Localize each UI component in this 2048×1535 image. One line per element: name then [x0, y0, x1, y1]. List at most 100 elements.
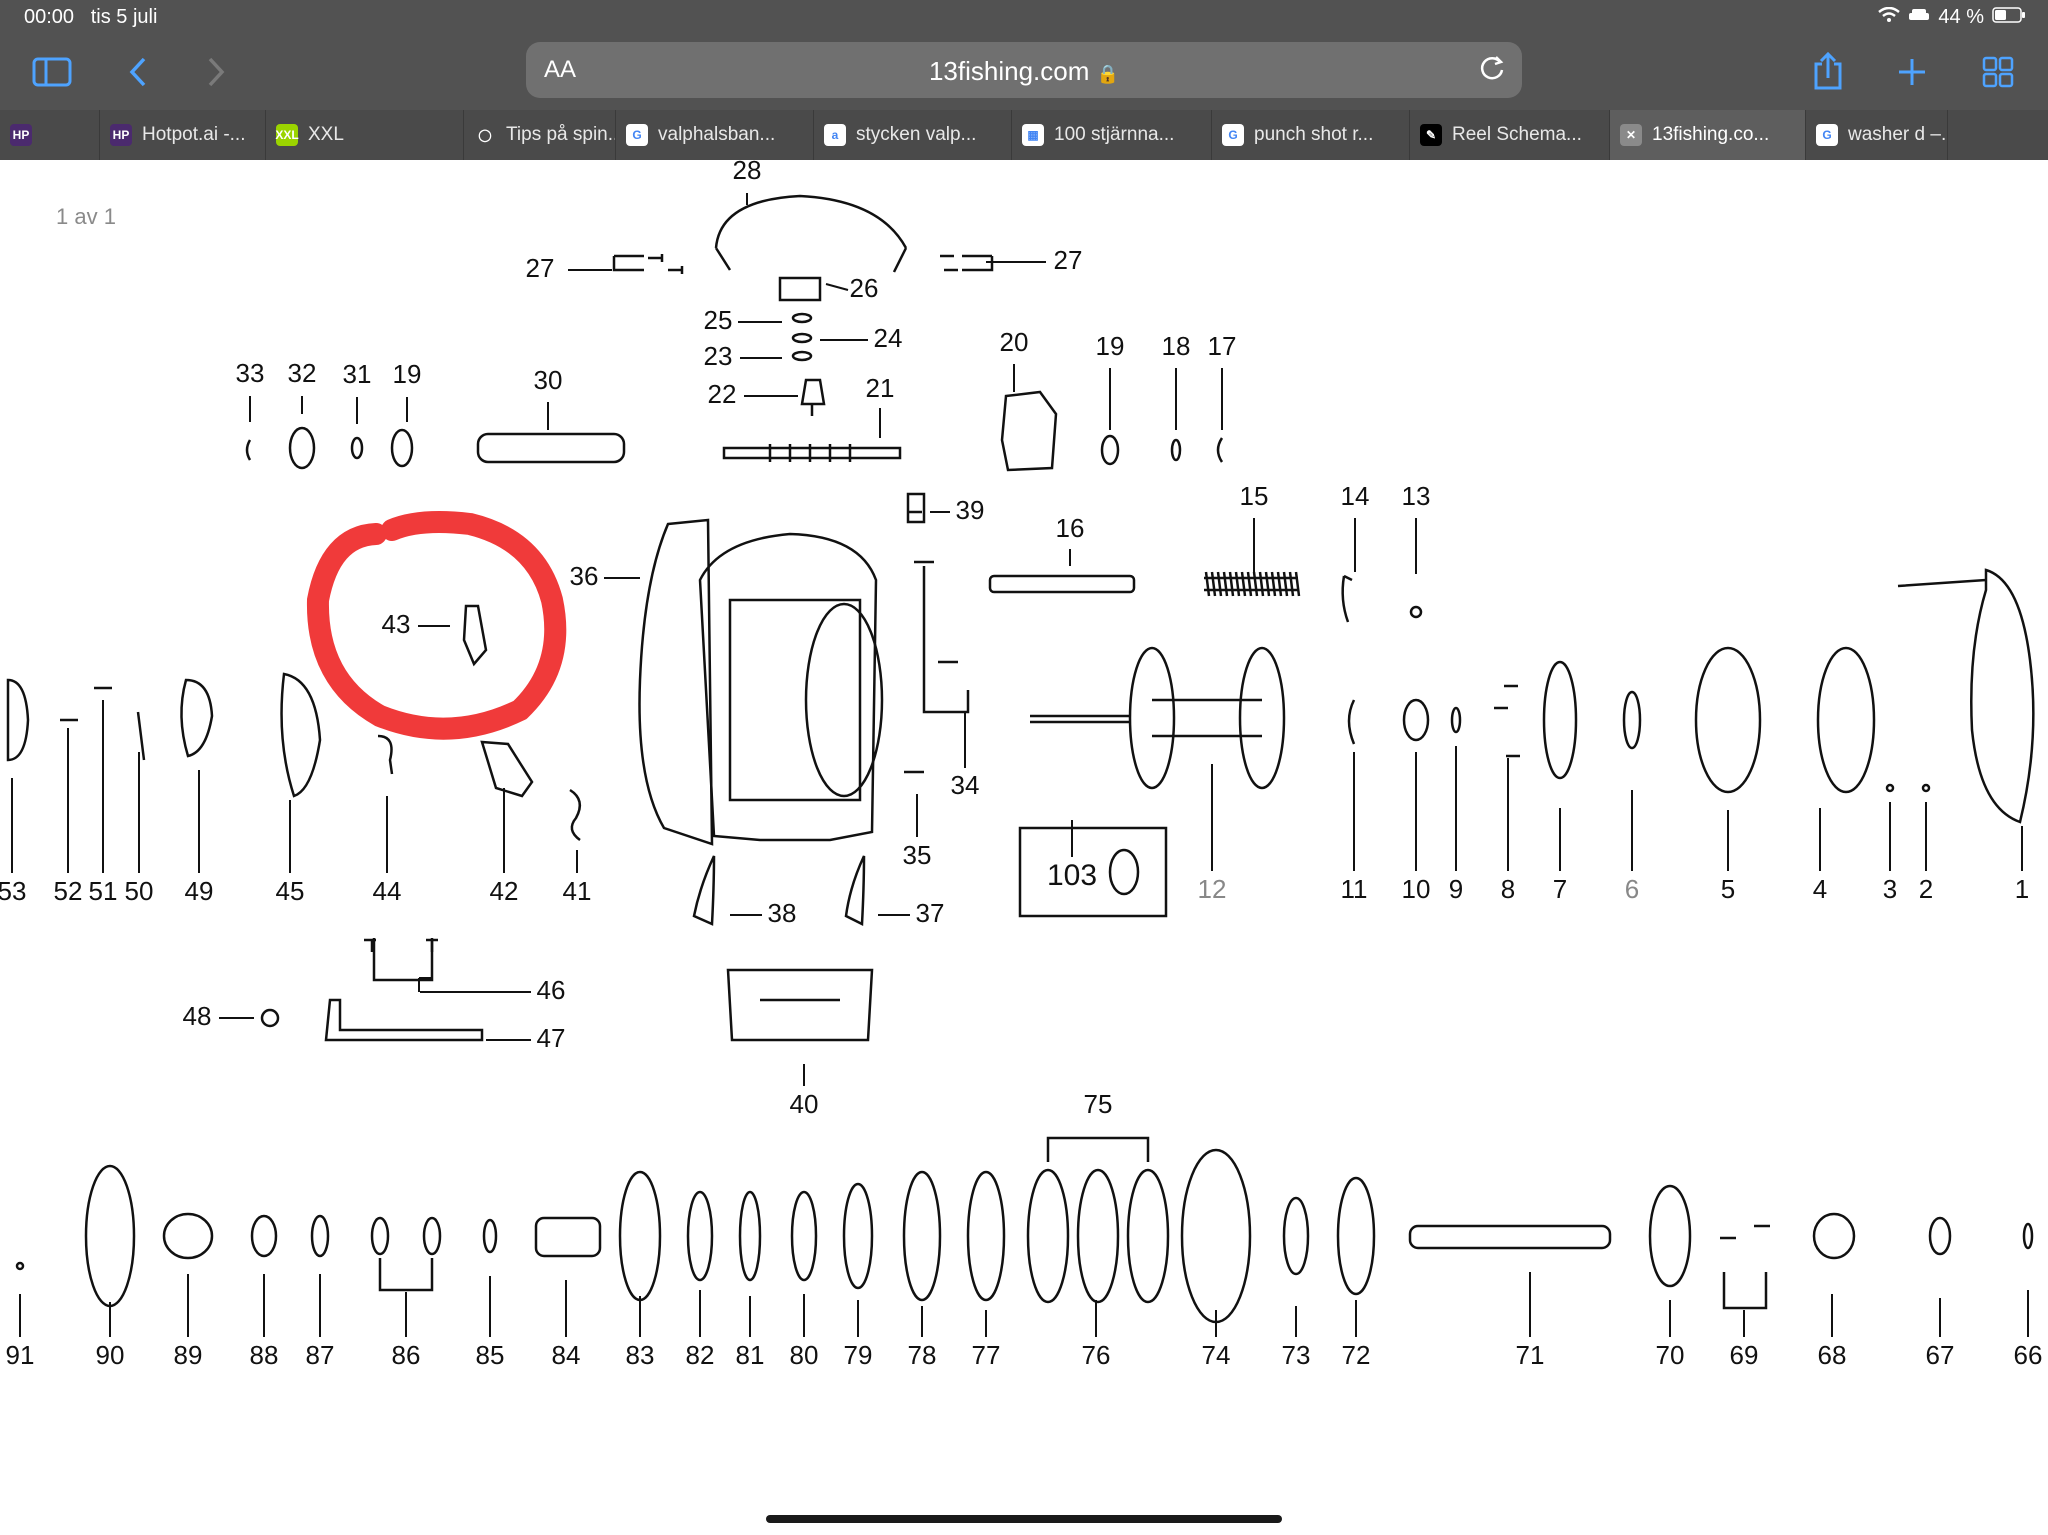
tab-10[interactable]: Gwasher d –...: [1806, 110, 1948, 160]
part-16-pin: [988, 574, 1136, 594]
part-bottom-25: [1928, 1216, 1952, 1256]
part-number-label: 34: [951, 770, 980, 800]
part-14-clip: [1341, 574, 1353, 623]
tab-label: 100 stjärnna...: [1054, 124, 1175, 145]
tab-8[interactable]: ✎ Reel Schema...: [1410, 110, 1610, 160]
tab-5[interactable]: a stycken valp...: [814, 110, 1012, 160]
bracket-75: [1046, 1136, 1150, 1162]
part-bottom-6: [422, 1216, 442, 1256]
tab-3[interactable]: ◯ Tips på spin...: [464, 110, 616, 160]
part-number-label: 51: [89, 876, 118, 906]
part-bottom-12: [790, 1190, 818, 1282]
part-bottom-11: [738, 1190, 762, 1282]
part-43-lever: [462, 604, 488, 667]
part-number-label: 22: [708, 379, 737, 409]
part-13-screw: [1409, 605, 1423, 619]
part-number-label: 84: [552, 1340, 581, 1370]
part-19-bush-left: [390, 428, 414, 468]
part-number-label: 37: [916, 898, 945, 928]
part-11-clip: [1347, 699, 1356, 745]
part-number-label: 11: [1341, 874, 1368, 904]
part-number-label: 13: [1402, 481, 1431, 511]
part-53-cover: [6, 678, 30, 762]
part-number-label: 30: [534, 365, 563, 395]
tab-favicon-icon: HP: [10, 124, 32, 146]
part-number-label: 72: [1342, 1340, 1371, 1370]
part-number-label: 88: [250, 1340, 279, 1370]
part-number-label: 50: [125, 876, 154, 906]
part-number-label: 18: [1162, 331, 1191, 361]
part-number-label: 26: [850, 273, 879, 303]
part-3-pin: [1885, 783, 1895, 793]
tab-9[interactable]: ✕ 13fishing.co...: [1610, 110, 1806, 160]
part-number-label: 36: [570, 561, 599, 591]
part-12-flange-right: [1238, 646, 1286, 790]
part-bottom-21: [1336, 1176, 1376, 1296]
part-number-label: 6: [1625, 874, 1639, 904]
part-bottom-18: [1126, 1168, 1170, 1304]
spring-coil: [1288, 571, 1295, 597]
part-9-washer: [1450, 706, 1462, 734]
part-bottom-5: [370, 1216, 390, 1256]
part-number-label: 83: [626, 1340, 655, 1370]
forward-chevron-right-icon[interactable]: [194, 52, 238, 92]
tab-4[interactable]: Gvalphalsban...: [616, 110, 814, 160]
part-number-label: 71: [1516, 1340, 1545, 1370]
new-tab-plus-icon[interactable]: [1890, 52, 1934, 92]
tab-1[interactable]: HP Hotpot.ai -...: [100, 110, 266, 160]
spring-coil: [1204, 571, 1211, 597]
part-washer: [791, 350, 813, 362]
part-number-label: 17: [1208, 331, 1237, 361]
tab-2[interactable]: XXL XXL: [266, 110, 464, 160]
part-40-cover: [726, 968, 874, 1042]
tab-label: Hotpot.ai -...: [142, 124, 246, 145]
tab-7[interactable]: Gpunch shot r...: [1212, 110, 1410, 160]
address-bar[interactable]: AA 13fishing.com 🔒: [526, 42, 1522, 98]
part-bottom-8: [534, 1216, 602, 1258]
part-number-label: 91: [6, 1340, 35, 1370]
part-bottom-20: [1282, 1196, 1310, 1276]
part-12-flange-left: [1128, 646, 1176, 790]
spring-coil: [1240, 571, 1247, 597]
tab-label: washer d –...: [1848, 124, 1948, 145]
part-5-ring: [1694, 646, 1762, 794]
spring-coil: [1270, 571, 1277, 597]
status-right: 44 %: [1878, 6, 2026, 29]
part-number-label: 9: [1449, 874, 1463, 904]
part-number-label: 28: [733, 160, 762, 185]
tab-label: XXL: [308, 124, 344, 145]
part-number-label: 74: [1202, 1340, 1231, 1370]
tab-6[interactable]: ▦ 100 stjärnna...: [1012, 110, 1212, 160]
tab-overview-grid-icon[interactable]: [1976, 52, 2020, 92]
status-date: tis 5 juli: [90, 6, 158, 28]
part-number-label: 75: [1084, 1089, 1113, 1119]
part-number-label: 25: [704, 305, 733, 335]
part-bottom-16: [1026, 1168, 1070, 1304]
part-52-51-screws: [60, 686, 112, 722]
part-19-bush: [1100, 434, 1120, 466]
part-28-handle: [714, 194, 908, 273]
status-bar: 00:00 tis 5 juli 44 %: [0, 0, 2048, 34]
part-number-label: 35: [903, 840, 932, 870]
spring-coil: [1276, 571, 1283, 597]
part-32-gear: [288, 426, 316, 470]
part-number-label: 10: [1402, 874, 1431, 904]
tab-0[interactable]: HP: [0, 110, 100, 160]
part-number-label: 78: [908, 1340, 937, 1370]
part-number-label: 53: [0, 876, 26, 906]
reload-icon[interactable]: [1478, 54, 1506, 89]
share-icon[interactable]: [1806, 52, 1850, 92]
part-number-label: 16: [1056, 513, 1085, 543]
part-47-bar: [324, 998, 484, 1042]
part-number-label: 42: [490, 876, 519, 906]
part-bottom-3: [250, 1214, 278, 1258]
tab-label: valphalsban...: [658, 124, 776, 145]
sidebar-icon[interactable]: [30, 52, 74, 92]
part-26-knob: [778, 276, 822, 302]
home-indicator: [766, 1515, 1282, 1523]
tab-label: Tips på spin...: [506, 124, 616, 145]
part-number-label: 15: [1240, 481, 1269, 511]
part-washer: [791, 332, 813, 344]
back-chevron-left-icon[interactable]: [116, 52, 160, 92]
spring-coil: [1246, 571, 1253, 597]
